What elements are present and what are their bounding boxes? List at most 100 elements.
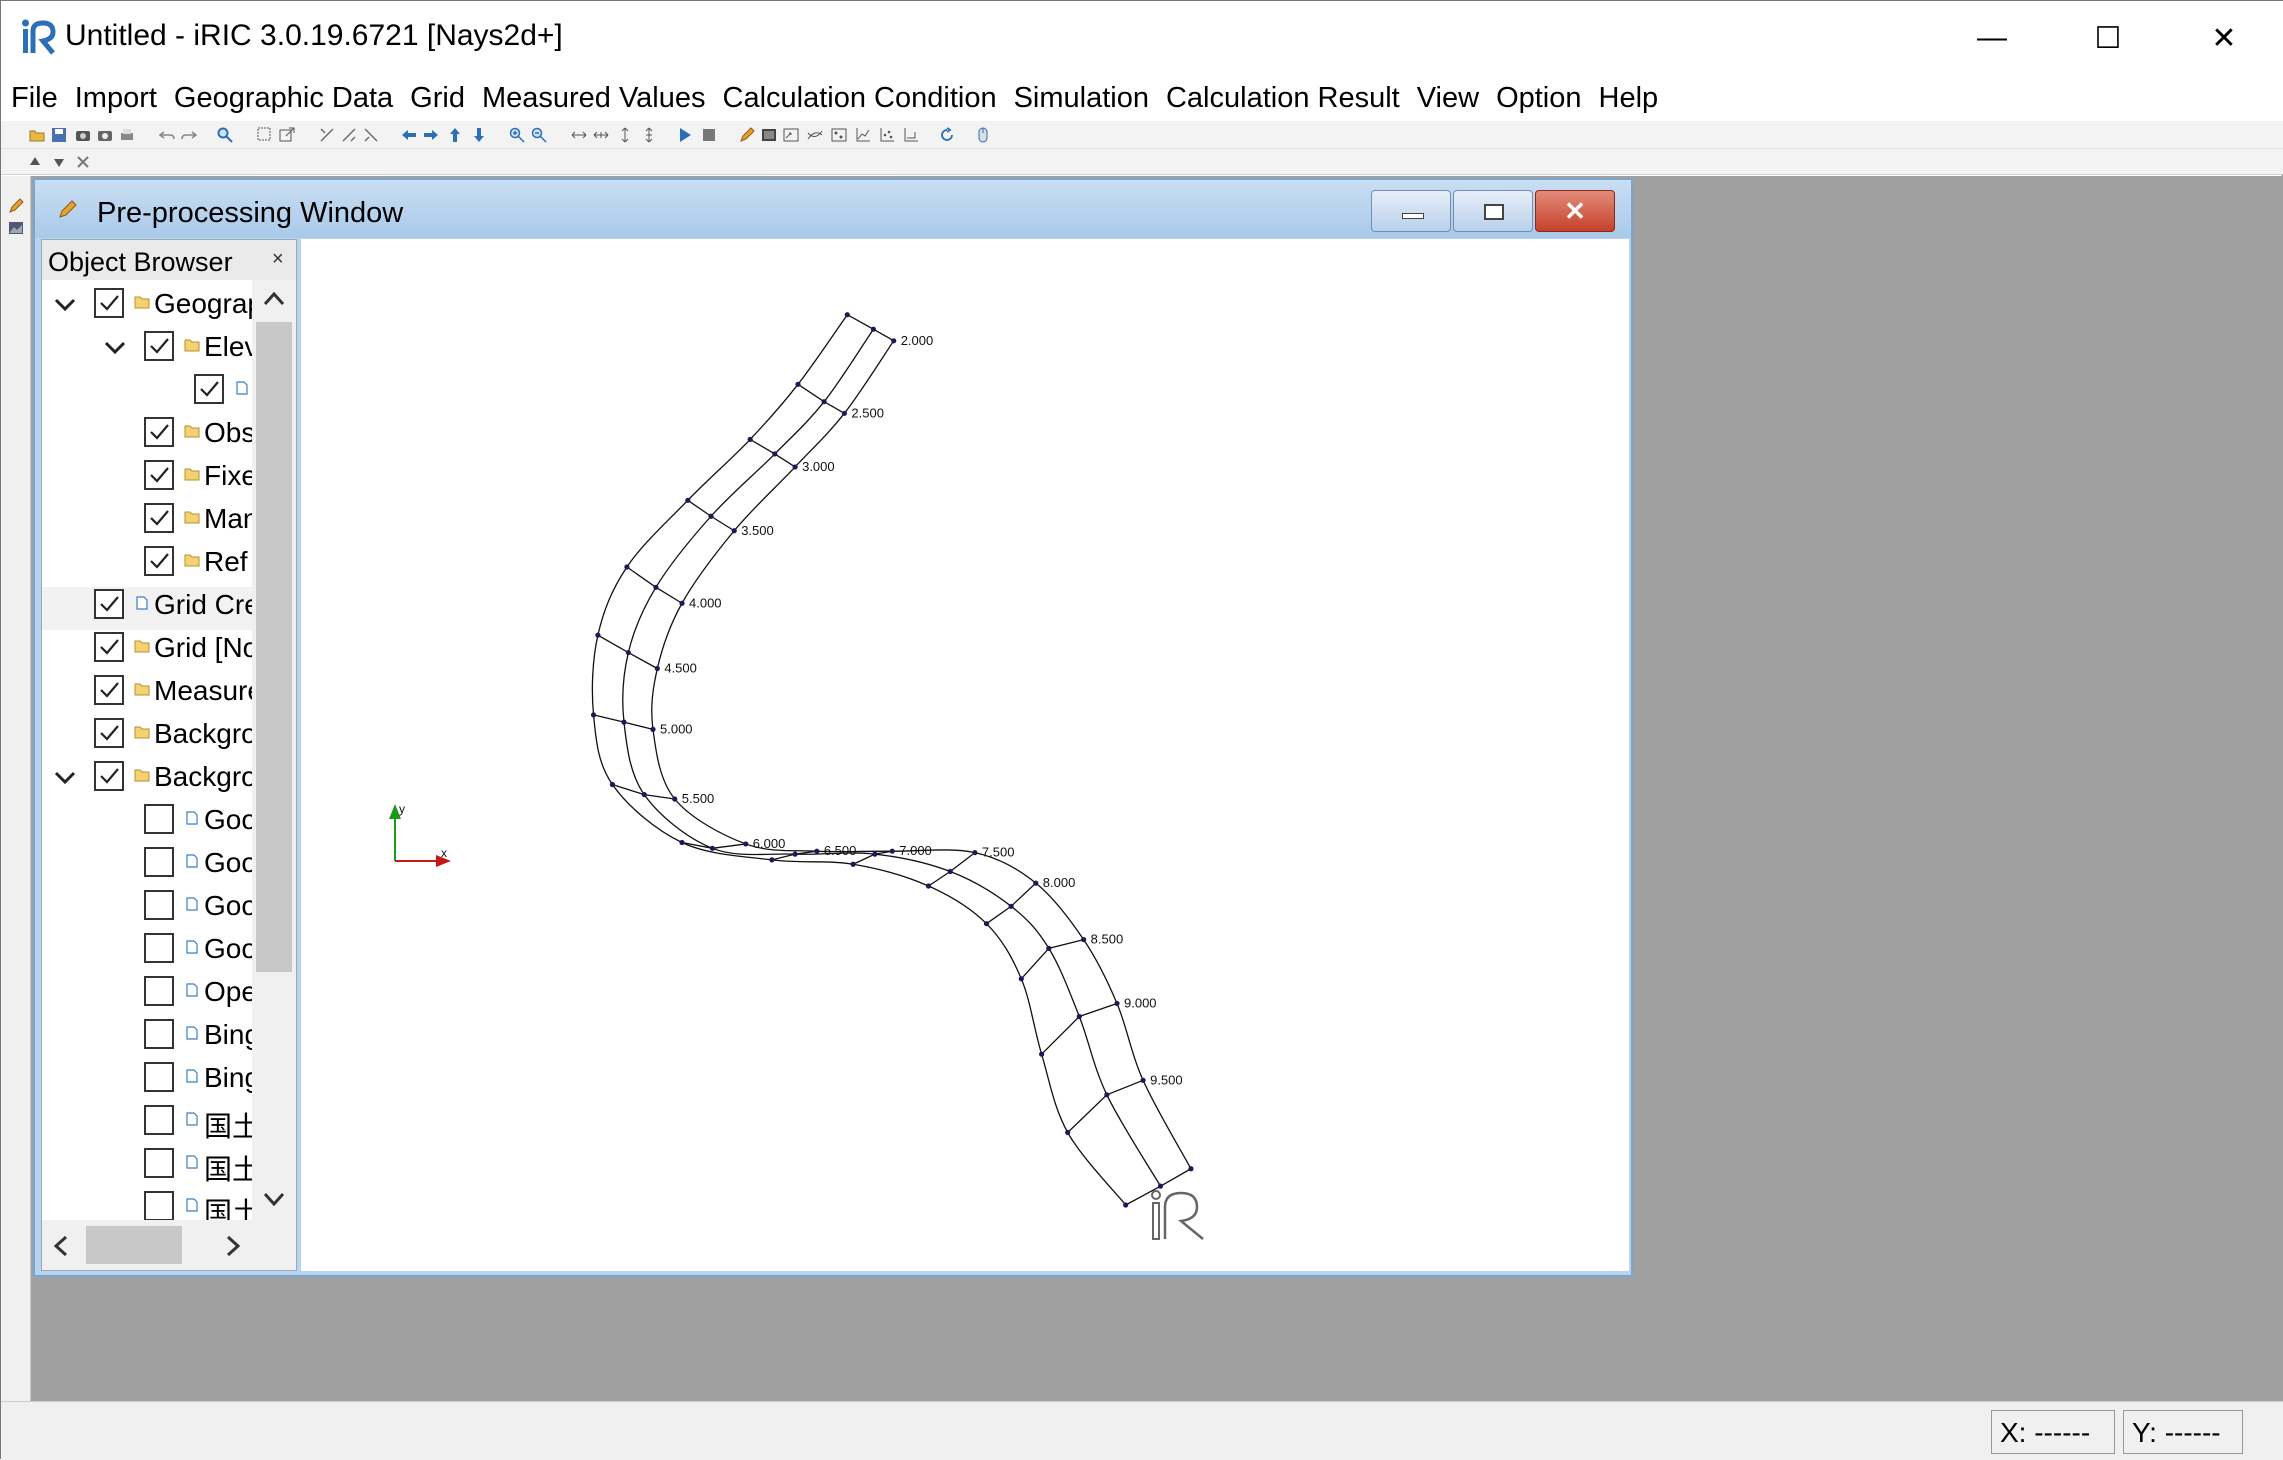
- tree-item-checkbox[interactable]: [144, 417, 174, 447]
- tree-item[interactable]: Background Images: [42, 759, 252, 802]
- streamline-icon[interactable]: [807, 127, 823, 143]
- tree-item-checkbox[interactable]: [144, 1105, 174, 1135]
- object-browser-close-button[interactable]: ×: [272, 248, 284, 271]
- movie-icon[interactable]: [97, 127, 113, 143]
- scroll-right-icon[interactable]: [224, 1234, 242, 1258]
- tree-item[interactable]: Google: [42, 888, 252, 931]
- tree-item[interactable]: [42, 372, 252, 415]
- undo-icon[interactable]: [159, 127, 175, 143]
- menu-calculation-result[interactable]: Calculation Result: [1166, 82, 1400, 115]
- delete-icon[interactable]: [75, 154, 91, 170]
- scatter-icon[interactable]: [879, 127, 895, 143]
- tree-item-checkbox[interactable]: [94, 675, 124, 705]
- tree-item[interactable]: Bing: [42, 1060, 252, 1103]
- menu-import[interactable]: Import: [75, 82, 157, 115]
- scroll-down-icon[interactable]: [262, 1190, 286, 1208]
- tree-item[interactable]: Google: [42, 802, 252, 845]
- export-icon[interactable]: [279, 127, 295, 143]
- menu-measured-values[interactable]: Measured Values: [482, 82, 706, 115]
- tree-item-checkbox[interactable]: [144, 460, 174, 490]
- pencil-icon[interactable]: [8, 198, 24, 214]
- menu-grid[interactable]: Grid: [410, 82, 465, 115]
- pre-window-title-bar[interactable]: Pre-processing Window ✕: [35, 180, 1631, 238]
- stop-icon[interactable]: [701, 127, 717, 143]
- horizontal-scroll-thumb[interactable]: [86, 1226, 182, 1264]
- arrow-up-icon[interactable]: [447, 127, 463, 143]
- menu-view[interactable]: View: [1417, 82, 1479, 115]
- tree-item[interactable]: Manning: [42, 501, 252, 544]
- pan-vertical-icon[interactable]: [617, 127, 633, 143]
- zoom-out-icon[interactable]: [531, 127, 547, 143]
- particle-icon[interactable]: [831, 127, 847, 143]
- tree-item-checkbox[interactable]: [144, 1062, 174, 1092]
- mouse-icon[interactable]: [975, 127, 991, 143]
- tree-item[interactable]: 国土: [42, 1146, 252, 1189]
- tree-item[interactable]: Google: [42, 845, 252, 888]
- tree-item-checkbox[interactable]: [94, 589, 124, 619]
- tree-item-checkbox[interactable]: [94, 718, 124, 748]
- tree-item[interactable]: 国土: [42, 1103, 252, 1146]
- tree-item-checkbox[interactable]: [144, 976, 174, 1006]
- tree-item[interactable]: Measured Values: [42, 673, 252, 716]
- vertical-scroll-thumb[interactable]: [256, 322, 292, 972]
- tree-item[interactable]: Elevation: [42, 329, 252, 372]
- chevron-down-icon[interactable]: [100, 333, 130, 363]
- axis-k-icon[interactable]: [363, 127, 379, 143]
- menu-geographic-data[interactable]: Geographic Data: [174, 82, 393, 115]
- run-icon[interactable]: [677, 127, 693, 143]
- tree-item-checkbox[interactable]: [144, 890, 174, 920]
- move-down-icon[interactable]: [51, 154, 67, 170]
- pan-horizontal-icon[interactable]: [571, 127, 587, 143]
- menu-simulation[interactable]: Simulation: [1014, 82, 1149, 115]
- arrow-down-icon[interactable]: [471, 127, 487, 143]
- tree-item[interactable]: Geographic Data: [42, 286, 252, 329]
- pre-window-close-button[interactable]: ✕: [1535, 190, 1615, 232]
- menu-option[interactable]: Option: [1496, 82, 1581, 115]
- open-icon[interactable]: [29, 127, 45, 143]
- tree-item-checkbox[interactable]: [94, 288, 124, 318]
- menu-help[interactable]: Help: [1599, 82, 1659, 115]
- tree-item[interactable]: Open: [42, 974, 252, 1017]
- image-icon[interactable]: [8, 220, 24, 236]
- axis-i-icon[interactable]: [319, 127, 335, 143]
- tree-item-checkbox[interactable]: [144, 804, 174, 834]
- pre-window-restore-button[interactable]: [1453, 190, 1533, 232]
- axis-j-icon[interactable]: [341, 127, 357, 143]
- zoom-icon[interactable]: [217, 127, 233, 143]
- scroll-left-icon[interactable]: [52, 1234, 70, 1258]
- reload-icon[interactable]: [939, 127, 955, 143]
- tree-item[interactable]: Grid [No Data]: [42, 630, 252, 673]
- tree-item[interactable]: Obstacle: [42, 415, 252, 458]
- chevron-down-icon[interactable]: [50, 763, 80, 793]
- tree-item-checkbox[interactable]: [144, 331, 174, 361]
- tree-item-checkbox[interactable]: [144, 546, 174, 576]
- minimize-button[interactable]: —: [1934, 1, 2050, 75]
- redo-icon[interactable]: [181, 127, 197, 143]
- vector-icon[interactable]: [783, 127, 799, 143]
- tree-item-checkbox[interactable]: [144, 1019, 174, 1049]
- tree-item-checkbox[interactable]: [144, 1191, 174, 1220]
- contour-icon[interactable]: [761, 127, 777, 143]
- move-up-icon[interactable]: [27, 154, 43, 170]
- tree-item[interactable]: Ref: [42, 544, 252, 587]
- object-browser-horizontal-scrollbar[interactable]: [42, 1220, 296, 1270]
- select-icon[interactable]: [257, 127, 273, 143]
- print-icon[interactable]: [119, 127, 135, 143]
- snapshot-icon[interactable]: [75, 127, 91, 143]
- profile-icon[interactable]: [903, 127, 919, 143]
- tree-item[interactable]: Fixed: [42, 458, 252, 501]
- tree-item-checkbox[interactable]: [144, 847, 174, 877]
- pan-horizontal-2-icon[interactable]: [593, 127, 609, 143]
- menu-file[interactable]: File: [11, 82, 58, 115]
- arrow-left-icon[interactable]: [401, 127, 417, 143]
- pre-window-minimize-button[interactable]: [1371, 190, 1451, 232]
- menu-calculation-condition[interactable]: Calculation Condition: [723, 82, 997, 115]
- tree-item-checkbox[interactable]: [144, 1148, 174, 1178]
- zoom-in-icon[interactable]: [509, 127, 525, 143]
- close-button[interactable]: ✕: [2166, 1, 2282, 75]
- tree-item[interactable]: Google: [42, 931, 252, 974]
- grid-view-canvas[interactable]: 2.000 2.500 3.000 3.500 4.000 4.500 5.000 5.500…: [301, 239, 1629, 1271]
- save-icon[interactable]: [51, 127, 67, 143]
- scroll-up-icon[interactable]: [262, 290, 286, 308]
- tree-item-checkbox[interactable]: [194, 374, 224, 404]
